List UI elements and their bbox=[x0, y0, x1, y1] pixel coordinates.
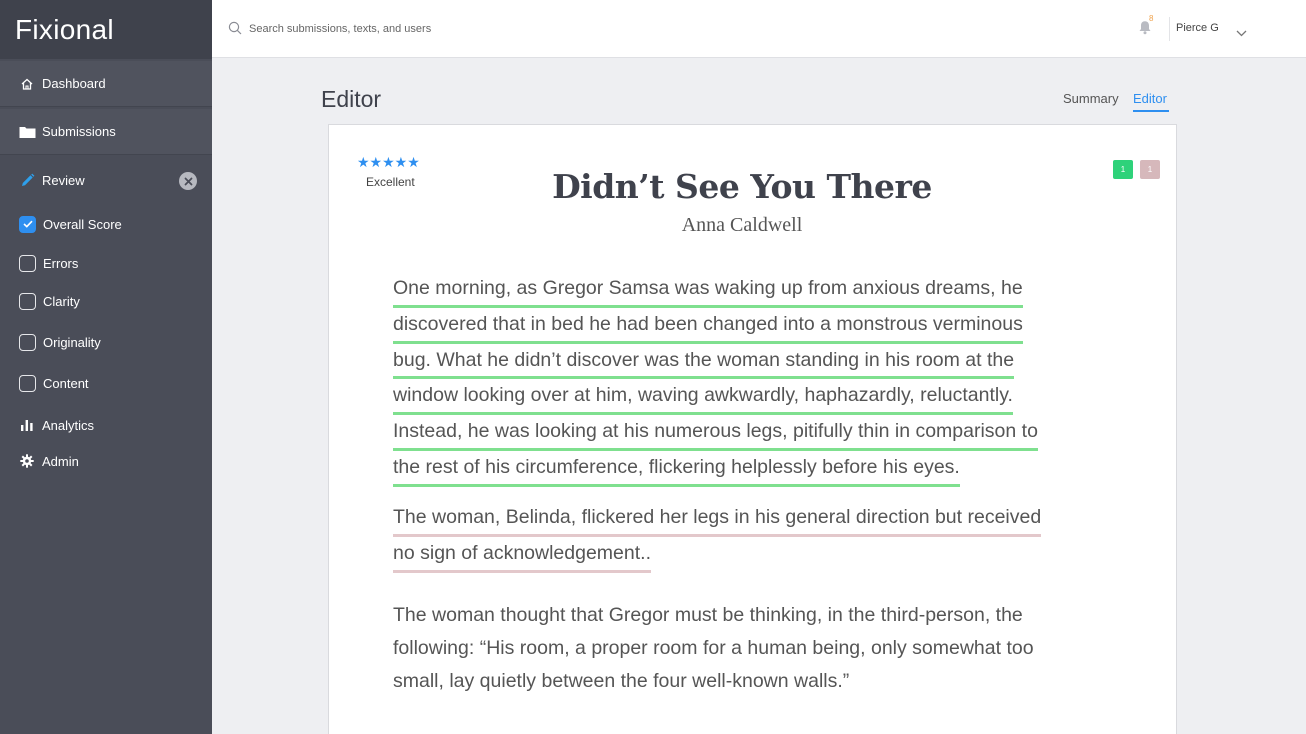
sidebar-item-label: Analytics bbox=[42, 417, 95, 433]
app-logo[interactable]: Fixional bbox=[0, 0, 212, 59]
text-line: The woman thought that Gregor must be th… bbox=[393, 604, 1023, 626]
bar-chart-icon bbox=[19, 417, 35, 433]
sidebar-item-admin[interactable]: Admin bbox=[0, 438, 212, 484]
search-icon bbox=[228, 21, 242, 40]
search-input[interactable] bbox=[249, 19, 649, 39]
review-option-content[interactable]: Content bbox=[19, 373, 89, 393]
chevron-down-icon[interactable] bbox=[1236, 24, 1247, 42]
checkbox[interactable] bbox=[19, 333, 36, 351]
tab-summary[interactable]: Summary bbox=[1063, 91, 1119, 106]
notification-count: 8 bbox=[1149, 14, 1154, 23]
top-bar: 8 Pierce G bbox=[212, 0, 1306, 58]
paragraph-highlighted-green[interactable]: One morning, as Gregor Samsa was waking … bbox=[393, 272, 1083, 487]
divider bbox=[1169, 17, 1170, 41]
sidebar: Fixional Dashboard Submissions Review Ov… bbox=[0, 0, 212, 734]
sidebar-item-label: Admin bbox=[42, 453, 79, 469]
review-option-label: Content bbox=[43, 375, 89, 391]
close-review-button[interactable] bbox=[179, 172, 197, 190]
sidebar-item-label: Submissions bbox=[42, 124, 116, 139]
review-option-errors[interactable]: Errors bbox=[19, 253, 78, 273]
text-line: The woman, Belinda, flickered her legs i… bbox=[393, 501, 1042, 537]
sidebar-item-submissions[interactable]: Submissions bbox=[0, 109, 212, 155]
paragraph[interactable]: The woman thought that Gregor must be th… bbox=[393, 599, 1083, 697]
pencil-icon bbox=[19, 172, 35, 188]
text-line: Instead, he was looking at his numerous … bbox=[393, 415, 1038, 451]
home-icon bbox=[19, 76, 35, 92]
text-line: window looking over at him, waving awkwa… bbox=[393, 379, 1013, 416]
review-option-overall-score[interactable]: Overall Score bbox=[19, 214, 122, 234]
user-name[interactable]: Pierce G bbox=[1176, 22, 1219, 34]
text-line: the rest of his circumference, flickerin… bbox=[393, 451, 960, 487]
bell-icon[interactable] bbox=[1138, 20, 1152, 40]
active-tab-underline bbox=[1133, 110, 1169, 112]
text-line: One morning, as Gregor Samsa was waking … bbox=[393, 272, 1023, 308]
checkbox-checked[interactable] bbox=[19, 215, 36, 233]
document-author: Anna Caldwell bbox=[681, 214, 803, 236]
tab-editor[interactable]: Editor bbox=[1133, 91, 1167, 106]
text-line: no sign of acknowledgement.. bbox=[393, 537, 651, 573]
review-option-clarity[interactable]: Clarity bbox=[19, 291, 80, 311]
checkbox[interactable] bbox=[19, 254, 36, 272]
review-option-label: Originality bbox=[43, 334, 101, 350]
page-title: Editor bbox=[321, 86, 382, 112]
sidebar-item-label: Review bbox=[42, 172, 85, 188]
text-line: discovered that in bed he had been chang… bbox=[393, 308, 1023, 344]
review-option-label: Errors bbox=[43, 255, 79, 271]
text-line: small, lay quietly between the four well… bbox=[393, 669, 850, 692]
sidebar-item-dashboard[interactable]: Dashboard bbox=[0, 61, 212, 107]
review-option-label: Clarity bbox=[43, 293, 80, 309]
sidebar-item-label: Dashboard bbox=[42, 76, 106, 91]
checkbox[interactable] bbox=[19, 292, 36, 310]
folder-icon bbox=[19, 124, 36, 140]
document-title: Didn’t See You There bbox=[552, 167, 932, 206]
text-line: bug. What he didn’t discover was the wom… bbox=[393, 344, 1015, 380]
review-option-originality[interactable]: Originality bbox=[19, 332, 101, 352]
review-option-label: Overall Score bbox=[43, 216, 122, 232]
paragraph-highlighted-pink[interactable]: The woman, Belinda, flickered her legs i… bbox=[393, 501, 1083, 573]
text-line: following: “His room, a proper room for … bbox=[393, 636, 1034, 659]
gear-icon bbox=[19, 453, 35, 469]
checkbox[interactable] bbox=[19, 374, 36, 392]
